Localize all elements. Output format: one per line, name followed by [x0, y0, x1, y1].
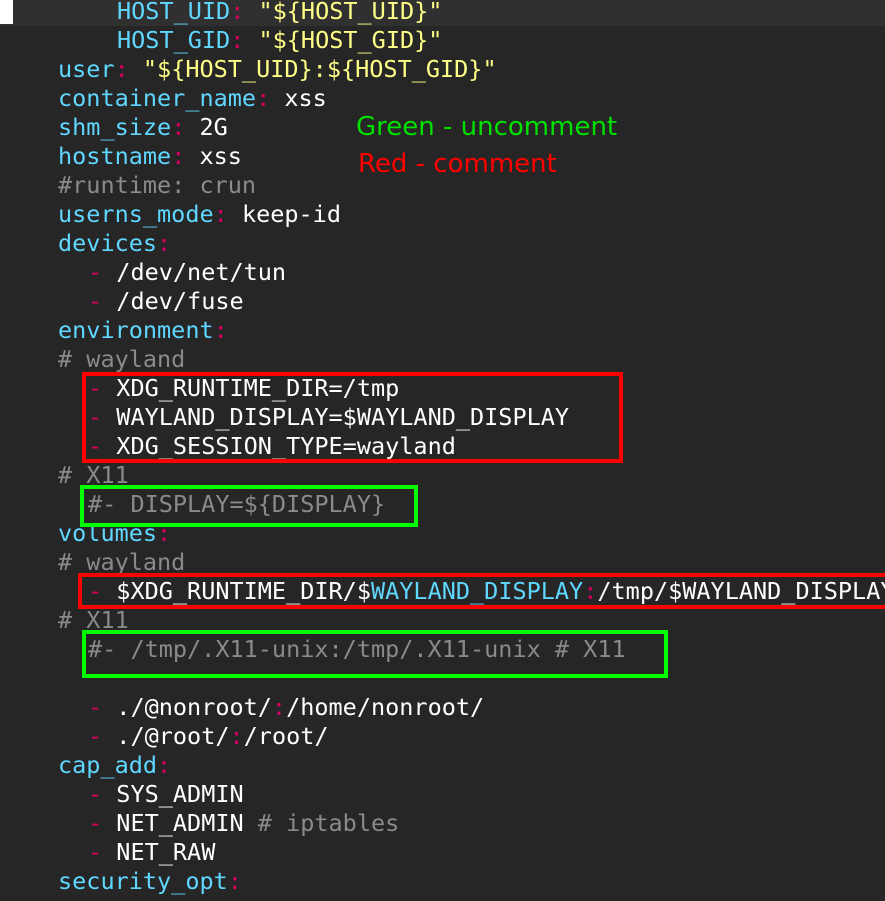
yaml-value: /home/nonroot/: [286, 693, 485, 721]
comment: #runtime: crun: [58, 171, 257, 199]
code-line: - /dev/net/tun: [0, 258, 286, 287]
yaml-key: user: [58, 55, 115, 83]
colon: :: [114, 55, 129, 83]
list-dash: -: [88, 838, 103, 866]
code-line: container_name: xss: [0, 84, 327, 113]
code-line: - ./@nonroot/:/home/nonroot/: [0, 693, 484, 722]
colon: :: [213, 316, 228, 344]
code-line: HOST_UID: "${HOST_UID}": [0, 0, 442, 26]
code-line: userns_mode: keep-id: [0, 200, 341, 229]
yaml-value: NET_ADMIN: [102, 809, 244, 837]
list-dash: -: [88, 780, 103, 808]
list-dash: -: [88, 258, 103, 286]
yaml-value: "${HOST_UID}": [244, 0, 443, 25]
comment-highlight-box: [78, 573, 885, 609]
yaml-value: /dev/fuse: [102, 287, 244, 315]
colon: :: [256, 84, 271, 112]
yaml-key: shm_size: [58, 113, 172, 141]
yaml-key: container_name: [58, 84, 257, 112]
code-line: cap_add:: [0, 751, 171, 780]
code-line: user: "${HOST_UID}:${HOST_GID}": [0, 55, 497, 84]
yaml-key: HOST_GID: [117, 26, 231, 54]
yaml-key: userns_mode: [58, 200, 214, 228]
code-line: devices:: [0, 229, 171, 258]
colon: :: [213, 200, 228, 228]
legend-green: Green - uncomment: [356, 112, 618, 142]
code-line: - NET_ADMIN # iptables: [0, 809, 399, 838]
colon: :: [271, 693, 287, 721]
code-line: security_opt:: [0, 867, 242, 896]
yaml-value: xss: [270, 84, 327, 112]
code-line: - NET_RAW: [0, 838, 215, 867]
colon: :: [230, 0, 245, 25]
comment: # iptables: [243, 809, 400, 837]
code-line: HOST_GID: "${HOST_GID}": [0, 26, 442, 55]
code-line: shm_size: 2G: [0, 113, 228, 142]
code-line: - SYS_ADMIN: [0, 780, 244, 809]
code-line: hostname: xss: [0, 142, 242, 171]
colon: :: [230, 26, 245, 54]
uncomment-highlight-box: [80, 485, 418, 527]
colon: :: [229, 722, 244, 750]
yaml-key: hostname: [58, 142, 172, 170]
yaml-key: devices: [58, 229, 158, 257]
yaml-value: /root/: [243, 722, 329, 750]
yaml-value: "${HOST_GID}": [244, 26, 443, 54]
list-dash: -: [88, 809, 103, 837]
yaml-key: cap_add: [58, 751, 158, 779]
yaml-key: HOST_UID: [117, 0, 231, 25]
yaml-value: "${HOST_UID}:${HOST_GID}": [128, 55, 497, 83]
yaml-value: /dev/net/tun: [102, 258, 287, 286]
comment-highlight-box: [82, 372, 623, 463]
yaml-value: 2G: [185, 113, 228, 141]
code-line: - ./@root/:/root/: [0, 722, 329, 751]
colon: :: [157, 229, 172, 257]
comment: # wayland: [58, 548, 186, 576]
list-dash: -: [88, 287, 103, 315]
yaml-value: NET_RAW: [102, 838, 216, 866]
comment: # wayland: [58, 345, 186, 373]
code-line: #runtime: crun: [0, 171, 256, 200]
code-line: environment:: [0, 316, 228, 345]
code-editor[interactable]: HOST_UID: "${HOST_UID}" HOST_GID: "${HOS…: [0, 0, 885, 901]
code-line: # wayland: [0, 345, 185, 374]
yaml-key: security_opt: [58, 867, 228, 895]
uncomment-highlight-box: [82, 630, 668, 678]
yaml-value: ./@root/: [102, 722, 230, 750]
yaml-value: xss: [185, 142, 242, 170]
legend-red: Red - comment: [358, 149, 557, 179]
list-dash: -: [88, 693, 103, 721]
yaml-value: ./@nonroot/: [102, 693, 272, 721]
colon: :: [227, 867, 242, 895]
yaml-value: keep-id: [227, 200, 341, 228]
code-line: - /dev/fuse: [0, 287, 244, 316]
yaml-key: environment: [58, 316, 214, 344]
colon: :: [157, 751, 172, 779]
yaml-value: SYS_ADMIN: [102, 780, 244, 808]
list-dash: -: [88, 722, 103, 750]
colon: :: [171, 113, 186, 141]
colon: :: [171, 142, 186, 170]
